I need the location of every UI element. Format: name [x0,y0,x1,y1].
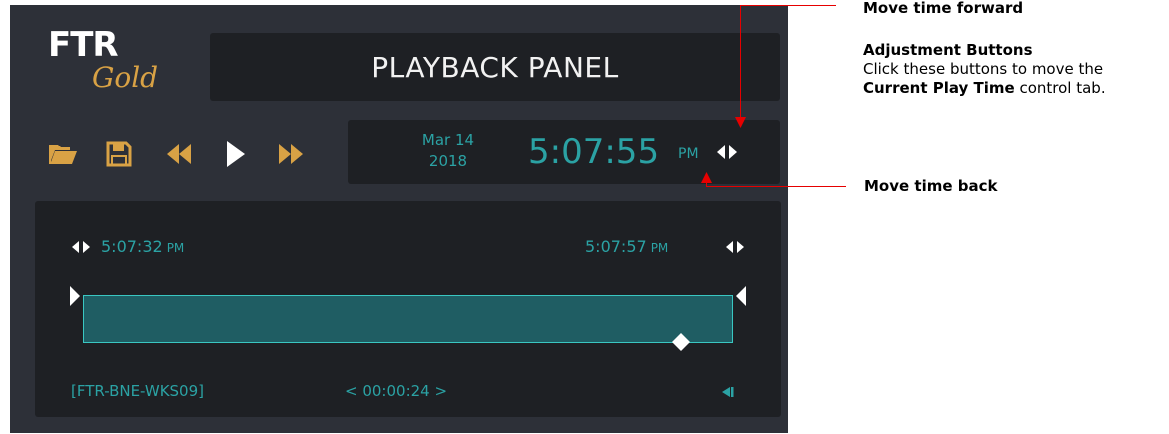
end-forward-icon[interactable] [736,240,745,254]
logo-sub-text: Gold [92,61,159,94]
rewind-button[interactable] [162,132,196,176]
panel-title-text: PLAYBACK PANEL [371,50,619,84]
forward-annotation-line-v [740,5,741,123]
current-time-adjust [716,144,738,160]
adjustment-title: Adjustment Buttons [863,41,1033,59]
save-button[interactable] [102,132,136,176]
range-start-handle[interactable] [69,285,81,307]
range-start-time: 5:07:32 PM [101,237,184,256]
range-start-ampm: PM [166,241,185,255]
adjustment-bold: Current Play Time [863,79,1015,97]
play-button[interactable] [218,132,252,176]
forward-annotation-label: Move time forward [863,0,1024,17]
move-time-forward-icon[interactable] [728,144,738,160]
back-annotation-label: Move time back [864,177,998,195]
current-play-time: 5:07:55 [528,132,660,172]
current-ampm: PM [678,146,699,162]
end-back-icon[interactable] [725,240,734,254]
range-end-ampm: PM [650,241,669,255]
fast-forward-icon [279,144,303,164]
playhead-marker[interactable] [671,332,691,352]
jump-to-end-icon[interactable] [721,386,735,398]
folder-open-icon [49,145,77,164]
range-end-value: 5:07:57 [585,237,647,256]
start-forward-icon[interactable] [82,240,91,254]
play-icon [227,141,245,167]
save-icon [106,141,132,167]
start-back-icon[interactable] [71,240,80,254]
date-year: 2018 [428,152,468,170]
forward-annotation-arrowhead [735,117,746,128]
range-start-value: 5:07:32 [101,237,163,256]
adjustment-line1: Click these buttons to move the [863,60,1104,78]
channel-label: [FTR-BNE-WKS09] [71,382,204,400]
back-annotation-arrowhead [701,172,712,183]
current-date: Mar 14 2018 [418,130,478,172]
range-end-handle[interactable] [735,285,747,307]
forward-annotation-line-h [740,5,836,6]
panel-title: PLAYBACK PANEL [210,33,780,101]
start-time-adjust [71,240,91,254]
timeline-track[interactable] [83,295,733,343]
logo-main-text: FTR [48,25,119,65]
current-time-box: Mar 14 2018 5:07:55 PM [348,120,780,184]
move-time-back-icon[interactable] [716,144,726,160]
range-end-time: 5:07:57 PM [585,237,668,256]
ftr-gold-logo: FTR Gold [48,25,198,105]
rewind-icon [167,144,191,164]
timeline-panel: 5:07:32 PM 5:07:57 PM [FTR-BNE-WKS09] < 00… [35,201,781,417]
date-month-day: Mar 14 [421,131,475,149]
adjustment-rest: control tab. [1014,79,1106,97]
playback-panel: FTR Gold PLAYBACK PANEL Mar 14 2018 5:07… [10,5,788,433]
adjustment-line2: Current Play Time control tab. [863,79,1106,97]
back-annotation-line-h [706,186,846,187]
open-button[interactable] [46,132,80,176]
end-time-adjust [725,240,745,254]
fast-forward-button[interactable] [274,132,308,176]
duration-readout: < 00:00:24 > [345,382,448,400]
